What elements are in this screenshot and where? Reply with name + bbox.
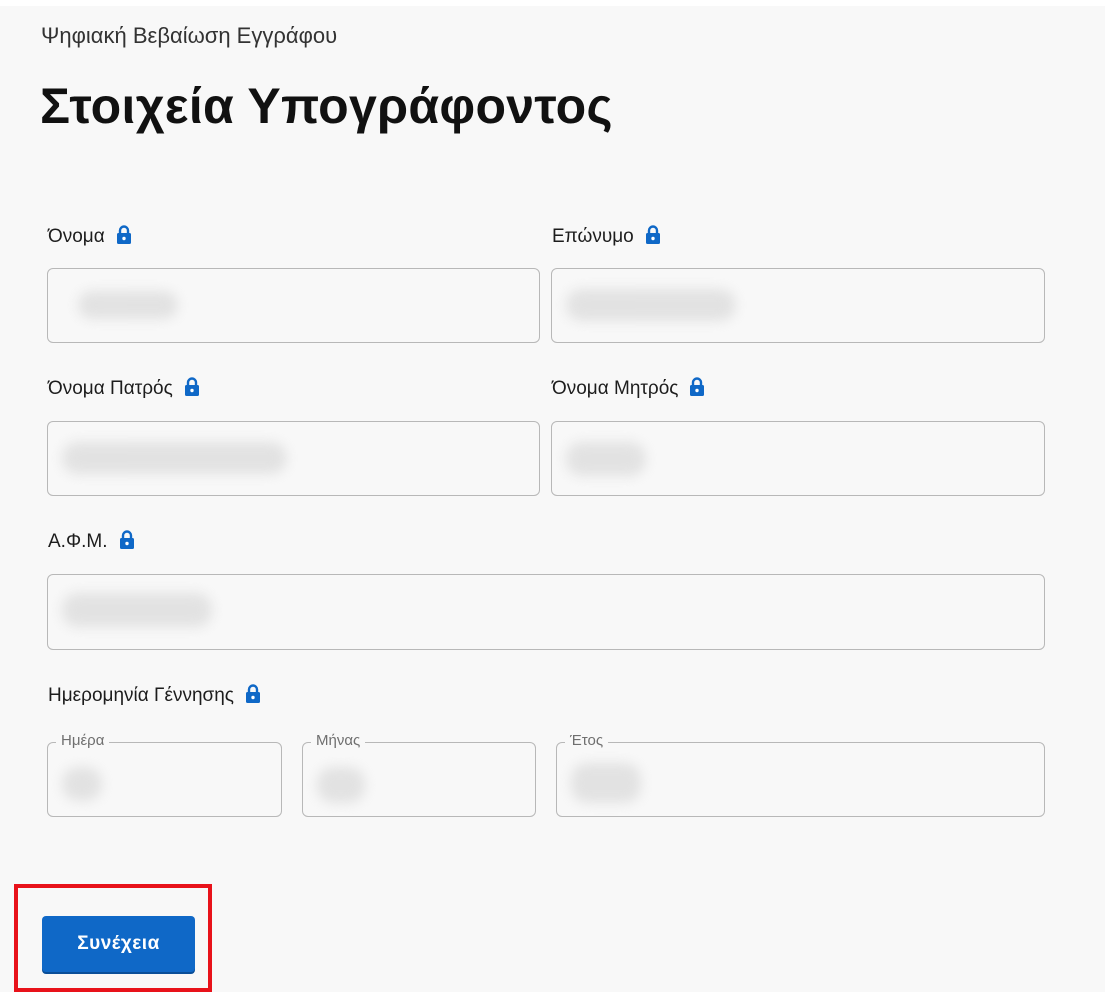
- lock-icon: [645, 225, 661, 245]
- birth-month-legend: Μήνας: [311, 732, 366, 749]
- tax-id-label-text: Α.Φ.Μ.: [48, 531, 108, 552]
- father-name-label: Όνομα Πατρός: [48, 377, 200, 400]
- lock-icon: [184, 377, 200, 397]
- tax-id-field[interactable]: [47, 574, 1045, 650]
- father-name-field[interactable]: [47, 421, 540, 496]
- mother-name-label: Όνομα Μητρός: [552, 377, 705, 400]
- birth-day-legend: Ημέρα: [56, 732, 110, 749]
- page-subtitle: Ψηφιακή Βεβαίωση Εγγράφου: [41, 23, 338, 48]
- last-name-field[interactable]: [551, 268, 1045, 343]
- birth-month-field[interactable]: Μήνας: [302, 732, 536, 817]
- mother-name-label-text: Όνομα Μητρός: [552, 378, 679, 399]
- first-name-label: Όνομα: [48, 225, 132, 248]
- last-name-label-text: Επώνυμο: [552, 226, 634, 247]
- birth-date-label: Ημερομηνία Γέννησης: [48, 684, 261, 707]
- lock-icon: [689, 377, 705, 397]
- mother-name-field[interactable]: [551, 421, 1045, 496]
- birth-day-field[interactable]: Ημέρα: [47, 732, 282, 817]
- lock-icon: [119, 530, 135, 550]
- first-name-field[interactable]: [47, 268, 540, 343]
- first-name-label-text: Όνομα: [48, 226, 105, 247]
- birth-year-legend: Έτος: [565, 732, 609, 749]
- last-name-label: Επώνυμο: [552, 225, 661, 248]
- birth-year-field[interactable]: Έτος: [556, 732, 1045, 817]
- tax-id-label: Α.Φ.Μ.: [48, 530, 135, 553]
- page-title: Στοιχεία Υπογράφοντος: [40, 78, 613, 134]
- lock-icon: [245, 684, 261, 704]
- continue-button[interactable]: Συνέχεια: [42, 916, 195, 972]
- lock-icon: [116, 225, 132, 245]
- form-page: [0, 6, 1105, 992]
- father-name-label-text: Όνομα Πατρός: [48, 378, 173, 399]
- birth-date-label-text: Ημερομηνία Γέννησης: [48, 685, 234, 706]
